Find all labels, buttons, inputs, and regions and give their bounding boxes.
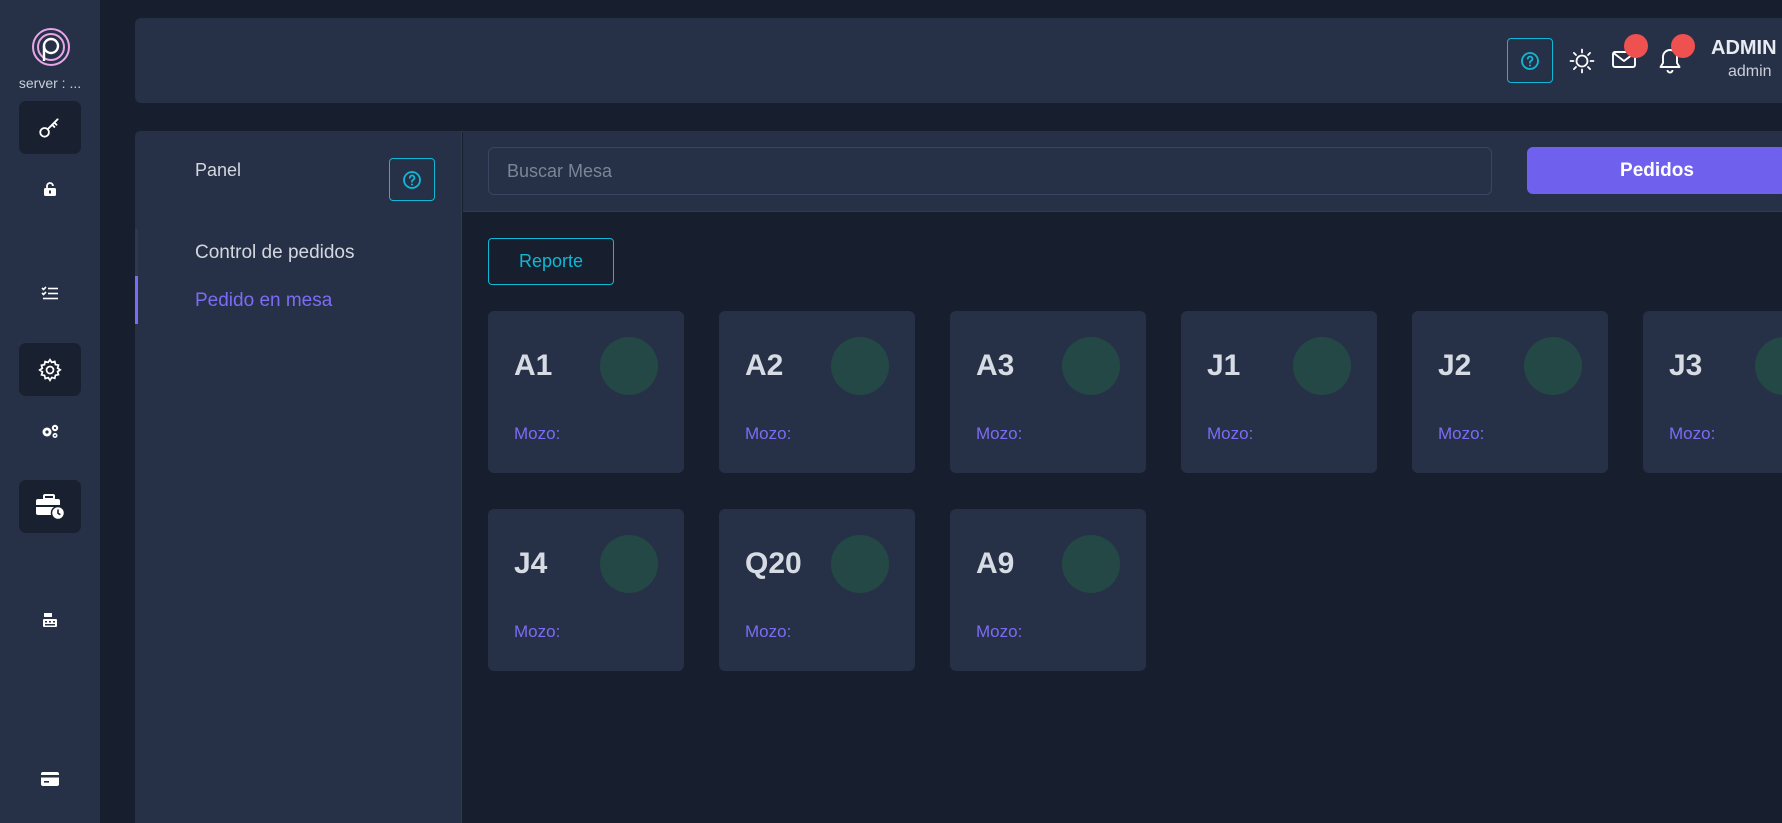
table-waiter-label: Mozo: bbox=[976, 424, 1023, 443]
rail-key-button[interactable] bbox=[19, 101, 81, 154]
rail-checklist-button[interactable] bbox=[0, 281, 100, 305]
rail-settings-button[interactable] bbox=[19, 343, 81, 396]
rail-payments-button[interactable] bbox=[0, 767, 100, 791]
sidebar-item-control-de-pedidos[interactable]: Control de pedidos bbox=[195, 242, 355, 264]
table-card[interactable]: A9 Mozo: bbox=[950, 509, 1146, 671]
orders-button[interactable]: Pedidos bbox=[1527, 147, 1782, 194]
table-name: J1 bbox=[1207, 349, 1241, 382]
table-waiter-label: Mozo: bbox=[745, 424, 792, 443]
briefcase-clock-icon bbox=[36, 493, 66, 520]
help-icon bbox=[1521, 51, 1539, 70]
rail-gears-button[interactable] bbox=[0, 419, 100, 443]
theme-toggle-button[interactable] bbox=[1568, 47, 1596, 75]
table-card[interactable]: J1 Mozo: bbox=[1181, 311, 1377, 473]
top-header bbox=[135, 18, 1782, 103]
table-waiter-label: Mozo: bbox=[745, 622, 792, 641]
section-sidebar: Panel Control de pedidos Pedido en mesa bbox=[135, 131, 462, 823]
sidebar-item-pedido-en-mesa[interactable]: Pedido en mesa bbox=[195, 290, 332, 312]
sidebar-title: Panel bbox=[195, 160, 242, 180]
user-role: admin bbox=[1728, 63, 1772, 80]
table-name: J2 bbox=[1438, 349, 1472, 382]
sidebar-help-button[interactable] bbox=[389, 158, 435, 201]
gear-icon bbox=[38, 357, 62, 382]
table-waiter-label: Mozo: bbox=[1669, 424, 1716, 443]
table-status-dot bbox=[1062, 535, 1120, 593]
table-status-dot bbox=[600, 535, 658, 593]
table-name: A1 bbox=[514, 349, 553, 382]
table-waiter-label: Mozo: bbox=[976, 622, 1023, 641]
table-card[interactable]: J3 Mozo: bbox=[1643, 311, 1782, 473]
unlock-icon bbox=[44, 182, 56, 196]
table-name: J3 bbox=[1669, 349, 1703, 382]
table-status-dot bbox=[1062, 337, 1120, 395]
table-name: A2 bbox=[745, 349, 784, 382]
messages-badge bbox=[1624, 34, 1648, 58]
table-card[interactable]: A1 Mozo: bbox=[488, 311, 684, 473]
table-name: Q20 bbox=[745, 547, 802, 580]
cash-register-icon bbox=[43, 613, 57, 627]
table-name: A9 bbox=[976, 547, 1015, 580]
table-waiter-label: Mozo: bbox=[514, 424, 561, 443]
table-status-dot bbox=[1755, 337, 1782, 395]
gears-icon bbox=[42, 424, 59, 438]
table-status-dot bbox=[1524, 337, 1582, 395]
rail-register-button[interactable] bbox=[0, 608, 100, 632]
rail-schedule-button[interactable] bbox=[19, 480, 81, 533]
credit-card-icon bbox=[41, 772, 59, 786]
sidebar-item-active-indicator bbox=[135, 276, 138, 324]
table-status-dot bbox=[1293, 337, 1351, 395]
table-card[interactable]: A3 Mozo: bbox=[950, 311, 1146, 473]
table-card[interactable]: J4 Mozo: bbox=[488, 509, 684, 671]
table-status-dot bbox=[600, 337, 658, 395]
table-waiter-label: Mozo: bbox=[1207, 424, 1254, 443]
table-name: A3 bbox=[976, 349, 1015, 382]
sidebar-item-indicator bbox=[135, 229, 138, 277]
sun-icon bbox=[1569, 48, 1595, 74]
rail-unlock-button[interactable] bbox=[0, 177, 100, 201]
app-logo-icon bbox=[32, 28, 70, 66]
table-card[interactable]: Q20 Mozo: bbox=[719, 509, 915, 671]
table-card[interactable]: A2 Mozo: bbox=[719, 311, 915, 473]
table-card[interactable]: J2 Mozo: bbox=[1412, 311, 1608, 473]
notifications-badge bbox=[1671, 34, 1695, 58]
table-waiter-label: Mozo: bbox=[1438, 424, 1485, 443]
user-name[interactable]: ADMIN bbox=[1711, 37, 1777, 60]
table-status-dot bbox=[831, 535, 889, 593]
search-input[interactable] bbox=[488, 147, 1492, 195]
table-name: J4 bbox=[514, 547, 548, 580]
report-button[interactable]: Reporte bbox=[488, 238, 614, 285]
help-icon bbox=[403, 170, 421, 189]
header-help-button[interactable] bbox=[1507, 38, 1553, 83]
key-icon bbox=[39, 117, 59, 138]
nav-rail: server : ... bbox=[0, 0, 100, 823]
table-waiter-label: Mozo: bbox=[514, 622, 561, 641]
server-label: server : ... bbox=[18, 75, 82, 91]
table-status-dot bbox=[831, 337, 889, 395]
checklist-icon bbox=[41, 286, 58, 300]
